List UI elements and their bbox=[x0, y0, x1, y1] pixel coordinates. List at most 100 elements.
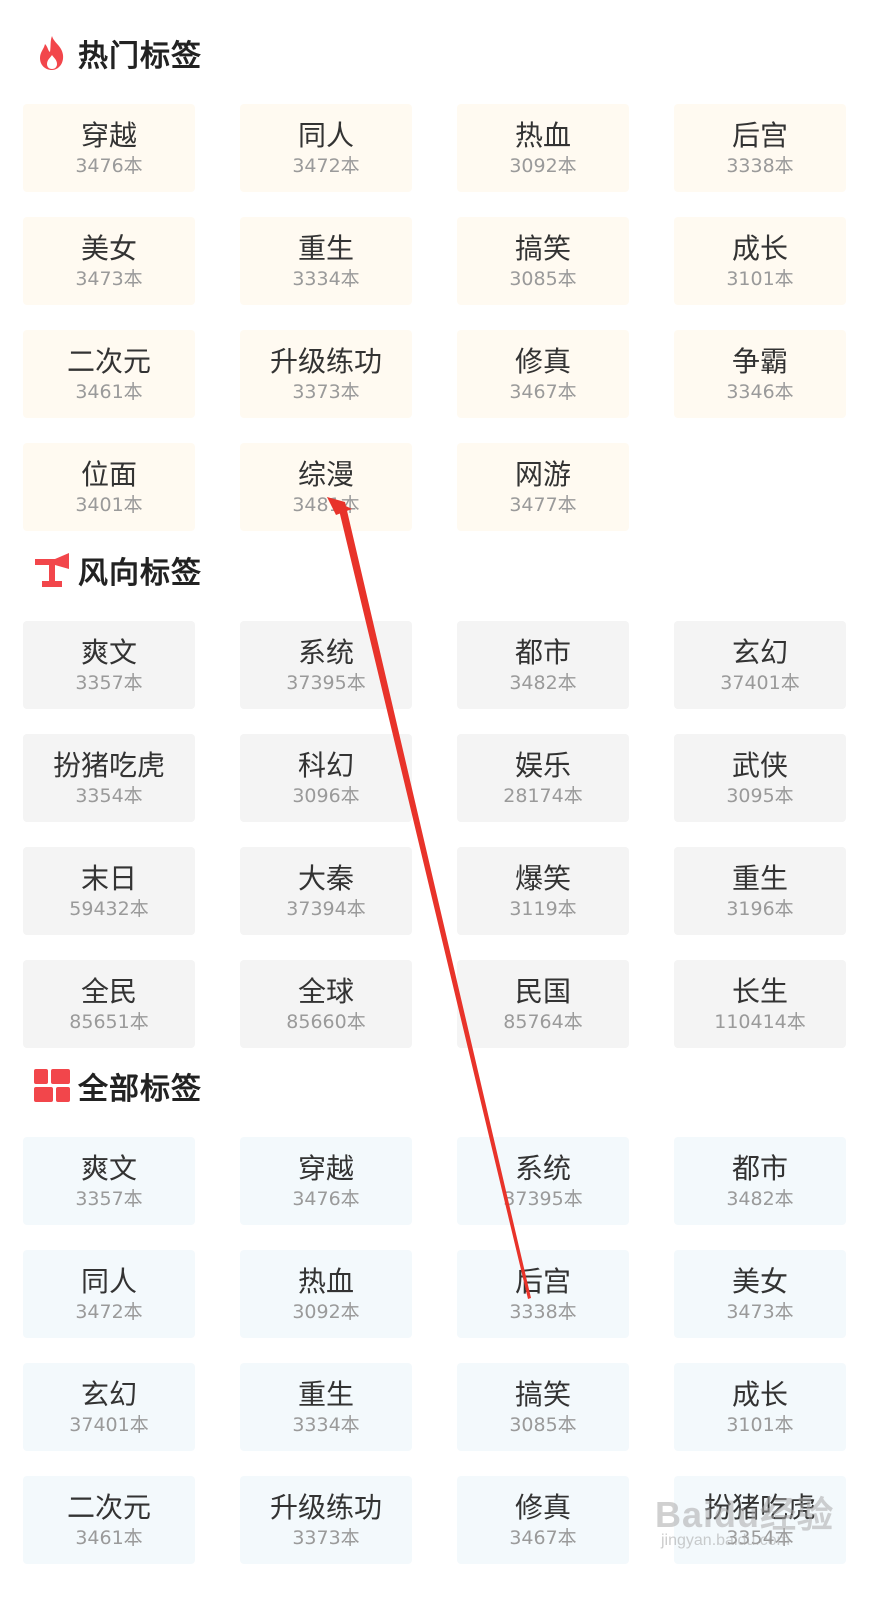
tag-tile[interactable]: 热血 3092本 bbox=[240, 1250, 412, 1338]
trend-tags-grid: 爽文 3357本 系统 37395本 都市 3482本 玄幻 37401本 扮猪吃虎 3354本科… bbox=[23, 621, 846, 1048]
tag-tile[interactable]: 争霸 3346本 bbox=[674, 330, 846, 418]
tag-tile[interactable]: 成长 3101本 bbox=[674, 217, 846, 305]
tag-count: 3476本 bbox=[292, 1187, 360, 1210]
tag-tile[interactable]: 系统 37395本 bbox=[457, 1137, 629, 1225]
tag-tile[interactable]: 后宫 3338本 bbox=[674, 104, 846, 192]
tag-tile[interactable]: 娱乐 28174本 bbox=[457, 734, 629, 822]
tag-count: 3481本 bbox=[292, 493, 360, 516]
tag-count: 3092本 bbox=[292, 1300, 360, 1323]
tag-tile[interactable]: 美女 3473本 bbox=[674, 1250, 846, 1338]
tag-tile[interactable]: 末日 59432本 bbox=[23, 847, 195, 935]
tag-tile[interactable]: 武侠 3095本 bbox=[674, 734, 846, 822]
all-tags-grid: 爽文 3357本 穿越 3476本 系统 37395本 都市 3482本 同人 3472本 热血 30… bbox=[23, 1137, 846, 1564]
tag-tile[interactable]: 网游 3477本 bbox=[457, 443, 629, 531]
tag-count: 37395本 bbox=[286, 671, 366, 694]
tag-tile[interactable]: 综漫 3481本 bbox=[240, 443, 412, 531]
hot-tags-header: 热门标签 bbox=[32, 28, 202, 78]
tag-tile[interactable]: 民国 85764本 bbox=[457, 960, 629, 1048]
tag-count: 3334本 bbox=[292, 1413, 360, 1436]
tag-count: 3354本 bbox=[75, 784, 143, 807]
tag-count: 3338本 bbox=[509, 1300, 577, 1323]
tag-tile[interactable]: 玄幻 37401本 bbox=[674, 621, 846, 709]
tag-tile[interactable]: 全民 85651本 bbox=[23, 960, 195, 1048]
tag-tile[interactable]: 爽文 3357本 bbox=[23, 621, 195, 709]
tag-name: 科幻 bbox=[297, 748, 354, 782]
tag-tile[interactable]: 修真 3467本 bbox=[457, 1476, 629, 1564]
tag-tile[interactable]: 穿越 3476本 bbox=[240, 1137, 412, 1225]
tag-count: 3338本 bbox=[726, 154, 794, 177]
trend-tags-section: 风向标签 爽文 3357本 系统 37395本 都市 3482本 玄幻 37401本 扮猪吃虎 3… bbox=[0, 545, 873, 1048]
tag-name: 后宫 bbox=[514, 1264, 571, 1298]
tag-count: 3085本 bbox=[509, 1413, 577, 1436]
tag-tile[interactable]: 热血 3092本 bbox=[457, 104, 629, 192]
tag-tile[interactable]: 爽文 3357本 bbox=[23, 1137, 195, 1225]
tag-count: 3095本 bbox=[726, 784, 794, 807]
tag-tile[interactable]: 升级练功 3373本 bbox=[240, 330, 412, 418]
tag-tile[interactable]: 搞笑 3085本 bbox=[457, 217, 629, 305]
tag-tile[interactable]: 爆笑 3119本 bbox=[457, 847, 629, 935]
tag-tile[interactable]: 重生 3334本 bbox=[240, 217, 412, 305]
tag-name: 争霸 bbox=[731, 344, 788, 378]
tag-tile[interactable]: 二次元 3461本 bbox=[23, 330, 195, 418]
tag-count: 3467本 bbox=[509, 380, 577, 403]
tag-tile[interactable]: 全球 85660本 bbox=[240, 960, 412, 1048]
tag-tile[interactable]: 同人 3472本 bbox=[23, 1250, 195, 1338]
tag-tile[interactable]: 扮猪吃虎 3354本 bbox=[23, 734, 195, 822]
tag-count: 110414本 bbox=[714, 1010, 806, 1033]
tag-count: 28174本 bbox=[503, 784, 583, 807]
tag-name: 系统 bbox=[297, 635, 354, 669]
tag-count: 3461本 bbox=[75, 1526, 143, 1549]
tag-tile[interactable]: 玄幻 37401本 bbox=[23, 1363, 195, 1451]
tag-count: 3101本 bbox=[726, 267, 794, 290]
tag-name: 同人 bbox=[80, 1264, 137, 1298]
tag-name: 升级练功 bbox=[269, 344, 382, 378]
tag-name: 玄幻 bbox=[731, 635, 788, 669]
tag-tile[interactable]: 扮猪吃虎 3354本 bbox=[674, 1476, 846, 1564]
tag-tile[interactable]: 重生 3334本 bbox=[240, 1363, 412, 1451]
tag-name: 二次元 bbox=[66, 1490, 151, 1524]
tag-tile[interactable]: 美女 3473本 bbox=[23, 217, 195, 305]
tag-name: 位面 bbox=[80, 457, 137, 491]
tag-name: 爆笑 bbox=[514, 861, 571, 895]
tag-count: 3196本 bbox=[726, 897, 794, 920]
tag-tile[interactable]: 都市 3482本 bbox=[674, 1137, 846, 1225]
tag-tile[interactable]: 长生 110414本 bbox=[674, 960, 846, 1048]
tag-tile[interactable]: 科幻 3096本 bbox=[240, 734, 412, 822]
tag-count: 3334本 bbox=[292, 267, 360, 290]
tag-tile[interactable]: 二次元 3461本 bbox=[23, 1476, 195, 1564]
tag-tile[interactable]: 同人 3472本 bbox=[240, 104, 412, 192]
tag-count: 3096本 bbox=[292, 784, 360, 807]
tag-tile[interactable]: 穿越 3476本 bbox=[23, 104, 195, 192]
tag-tile[interactable]: 系统 37395本 bbox=[240, 621, 412, 709]
tag-count: 3373本 bbox=[292, 1526, 360, 1549]
tag-name: 武侠 bbox=[731, 748, 788, 782]
tag-name: 重生 bbox=[297, 1377, 354, 1411]
tag-name: 修真 bbox=[514, 344, 571, 378]
tag-count: 37401本 bbox=[69, 1413, 149, 1436]
tag-count: 3101本 bbox=[726, 1413, 794, 1436]
tag-count: 3354本 bbox=[726, 1526, 794, 1549]
tag-name: 综漫 bbox=[297, 457, 354, 491]
tag-tile[interactable]: 升级练功 3373本 bbox=[240, 1476, 412, 1564]
tag-name: 扮猪吃虎 bbox=[52, 748, 165, 782]
all-tags-section: 全部标签 爽文 3357本 穿越 3476本 系统 37395本 都市 3482本 同人 3472… bbox=[0, 1061, 873, 1600]
tag-tile[interactable]: 大秦 37394本 bbox=[240, 847, 412, 935]
tag-name: 都市 bbox=[731, 1151, 788, 1185]
tag-tile[interactable]: 修真 3467本 bbox=[457, 330, 629, 418]
tag-tile[interactable]: 搞笑 3085本 bbox=[457, 1363, 629, 1451]
tag-tile[interactable]: 位面 3401本 bbox=[23, 443, 195, 531]
tag-name: 娱乐 bbox=[514, 748, 571, 782]
section-title: 热门标签 bbox=[78, 39, 202, 74]
tag-tile[interactable]: 都市 3482本 bbox=[457, 621, 629, 709]
tag-tile[interactable]: 成长 3101本 bbox=[674, 1363, 846, 1451]
tag-count: 37401本 bbox=[720, 671, 800, 694]
tag-count: 3357本 bbox=[75, 1187, 143, 1210]
tag-name: 后宫 bbox=[731, 118, 788, 152]
tag-name: 爽文 bbox=[80, 1151, 137, 1185]
tag-name: 穿越 bbox=[80, 118, 137, 152]
tag-tile[interactable]: 重生 3196本 bbox=[674, 847, 846, 935]
tag-count: 3119本 bbox=[509, 897, 577, 920]
tag-name: 穿越 bbox=[297, 1151, 354, 1185]
tag-name: 都市 bbox=[514, 635, 571, 669]
tag-tile[interactable]: 后宫 3338本 bbox=[457, 1250, 629, 1338]
